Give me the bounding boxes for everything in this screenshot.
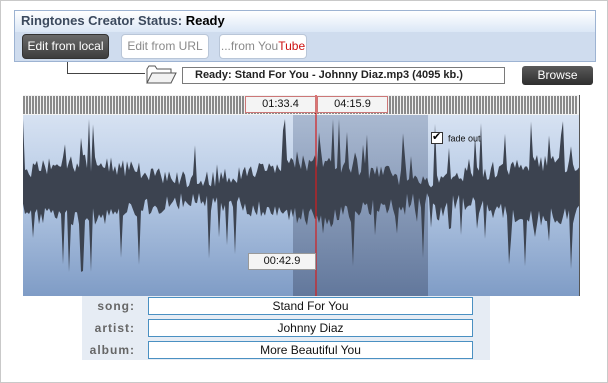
status-value: Ready: [185, 13, 225, 28]
song-field[interactable]: Stand For You: [148, 297, 473, 315]
fade-out-option[interactable]: fade out: [431, 130, 481, 145]
source-tabbar: Edit from local Edit from URL ...from Yo…: [14, 32, 596, 62]
artist-field[interactable]: Johnny Diaz: [148, 319, 473, 337]
tab-from-youtube[interactable]: ...from YouTube: [219, 34, 307, 59]
song-row: song: Stand For You: [82, 296, 490, 316]
fade-out-checkbox[interactable]: [431, 130, 443, 144]
tab-connector-line: [67, 62, 145, 74]
artist-label: artist:: [94, 321, 135, 335]
album-row: album: More Beautiful You: [82, 340, 490, 360]
app-frame: Ringtones Creator Status: Ready Edit fro…: [0, 0, 608, 383]
status-title: Ringtones Creator Status: Ready: [21, 13, 225, 28]
fade-out-label: fade out: [448, 133, 481, 144]
track-metadata-panel: song: Stand For You artist: Johnny Diaz …: [82, 296, 490, 360]
tab-edit-from-local[interactable]: Edit from local: [22, 34, 109, 59]
status-title-label: Ringtones Creator Status:: [21, 13, 183, 28]
tab-youtube-accent: Tube: [278, 39, 306, 53]
album-label: album:: [89, 343, 135, 357]
status-bar: Ringtones Creator Status: Ready: [14, 10, 596, 32]
cursor-time: 00:42.9: [248, 253, 316, 270]
selection-end-time[interactable]: 04:15.9: [317, 96, 388, 113]
selection-start-time[interactable]: 01:33.4: [245, 96, 316, 113]
file-status-field: Ready: Stand For You - Johnny Diaz.mp3 (…: [182, 67, 505, 84]
folder-icon[interactable]: [145, 64, 177, 89]
waveform-editor[interactable]: 01:33.4 04:15.9 00:42.9 fade out: [23, 95, 580, 296]
browse-button[interactable]: Browse: [522, 66, 593, 85]
artist-row: artist: Johnny Diaz: [82, 318, 490, 338]
song-label: song:: [97, 299, 135, 313]
tab-youtube-prefix: ...from You: [220, 39, 279, 53]
tab-edit-from-url[interactable]: Edit from URL: [121, 34, 209, 59]
album-field[interactable]: More Beautiful You: [148, 341, 473, 359]
